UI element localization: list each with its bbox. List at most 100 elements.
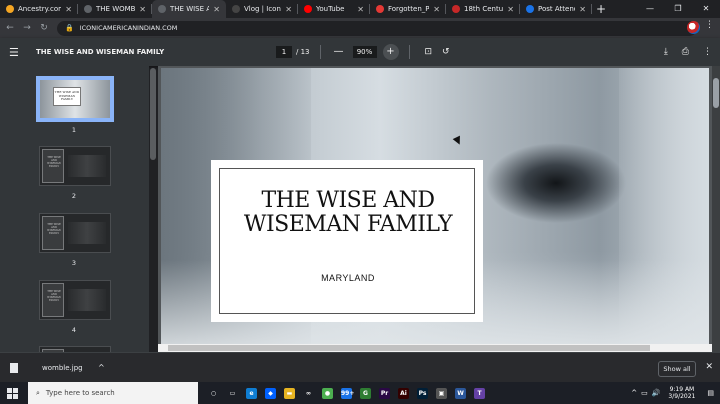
tab-4[interactable]: Vlog | Iconic A ✕ <box>226 0 298 18</box>
page-title: THE WISE AND WISEMAN FAMILY <box>243 188 453 237</box>
tab-close-icon[interactable]: ✕ <box>139 5 146 14</box>
zoom-in-button[interactable]: + <box>382 44 399 60</box>
scroll-thumb[interactable] <box>713 78 719 108</box>
menu-icon[interactable]: ⋮ <box>705 20 714 30</box>
windows-taskbar: ⌕ Type here to search ○ ▭ e ◆ ▬ ∞ ● 99+ G Pr Ai Ps ▣… <box>0 382 720 404</box>
photoshop-icon[interactable]: Ps <box>413 382 432 404</box>
reload-button[interactable]: ↻ <box>37 23 51 33</box>
tab-close-icon[interactable]: ✕ <box>507 5 514 14</box>
start-button[interactable] <box>4 382 20 404</box>
dropbox-icon[interactable]: ◆ <box>261 382 280 404</box>
file-icon <box>10 362 18 373</box>
tab-close-icon[interactable]: ✕ <box>433 5 440 14</box>
print-icon[interactable]: ⎙ <box>682 47 689 57</box>
close-window-button[interactable]: ✕ <box>692 0 720 18</box>
maximize-button[interactable]: ❐ <box>664 0 692 18</box>
app-green-glyph: G <box>360 387 371 399</box>
zoom-out-button[interactable]: — <box>331 44 347 60</box>
page-number-input[interactable]: 1 <box>276 46 292 58</box>
new-tab-button[interactable]: + <box>592 0 610 18</box>
thumbnail-frame: THE WISE AND WISEMAN FAMILY <box>42 283 64 317</box>
cortana-icon[interactable]: ○ <box>204 382 223 404</box>
premiere-glyph: Pr <box>379 387 390 399</box>
close-shelf-icon[interactable]: ✕ <box>705 362 713 372</box>
tab-2[interactable]: THE WOMBLE✕ <box>78 0 152 18</box>
hamburger-menu-icon[interactable]: ☰ <box>9 46 29 59</box>
tab-label: YouTube <box>316 5 345 13</box>
forward-button[interactable]: → <box>20 23 34 33</box>
thumbnail-page-1[interactable]: THE WISE AND WISEMAN FAMILY <box>36 76 114 122</box>
thumbnail-title: THE WISE AND WISEMAN FAMILY <box>47 156 61 168</box>
tab-5[interactable]: YouTube ✕ <box>298 0 370 18</box>
mail-icon[interactable]: 99+ <box>337 382 356 404</box>
title-card-frame: THE WISE AND WISEMAN FAMILY MARYLAND <box>219 168 475 314</box>
twitch-icon[interactable]: T <box>470 382 489 404</box>
tab-close-icon[interactable]: ✕ <box>213 5 220 14</box>
tab-3[interactable]: THE WISE AND W✕ <box>152 0 226 18</box>
thumbnail-title: THE WISE AND WISEMAN FAMILY <box>47 290 61 302</box>
task-view-glyph: ▭ <box>229 389 236 397</box>
file-explorer-glyph: ▬ <box>284 387 295 399</box>
illustrator-icon[interactable]: Ai <box>394 382 413 404</box>
download-icon[interactable]: ⤓ <box>664 47 668 57</box>
more-options-icon[interactable]: ⋮ <box>703 47 712 57</box>
thumbnail-page-3[interactable]: THE WISE AND WISEMAN FAMILY <box>39 213 111 253</box>
profile-avatar[interactable] <box>687 21 700 34</box>
tab-close-icon[interactable]: ✕ <box>357 5 364 14</box>
tab-8[interactable]: Post Attendee ✕ <box>520 0 592 18</box>
tab-6[interactable]: Forgotten_Pan✕ <box>370 0 446 18</box>
scroll-thumb[interactable] <box>168 345 650 351</box>
tab-favicon-icon <box>304 5 312 13</box>
word-icon[interactable]: W <box>451 382 470 404</box>
notification-icon[interactable]: ▤ <box>707 389 714 397</box>
tab-7[interactable]: 18th Century C✕ <box>446 0 520 18</box>
fit-page-icon[interactable]: ⊡ <box>425 47 433 57</box>
app-infinity-icon[interactable]: ∞ <box>299 382 318 404</box>
thumbnail-image <box>68 222 106 244</box>
tab-close-icon[interactable]: ✕ <box>285 5 292 14</box>
back-button[interactable]: ← <box>3 23 17 33</box>
viewer-vertical-scrollbar[interactable] <box>712 66 720 352</box>
tab-label: Post Attendee <box>538 5 575 13</box>
chevron-up-icon[interactable]: ^ <box>98 363 105 372</box>
pdf-right-tools: ⤓ ⎙ ⋮ <box>650 38 712 66</box>
sidebar-scrollbar[interactable] <box>150 68 156 160</box>
tab-favicon-icon <box>6 5 14 13</box>
thumbnail-title: THE WISE AND WISEMAN FAMILY <box>53 87 81 106</box>
tab-1[interactable]: Ancestry.com ✕ <box>0 0 78 18</box>
thumbnail-frame: THE WISE AND WISEMAN FAMILY <box>42 149 64 183</box>
clock-date: 3/9/2021 <box>668 393 696 400</box>
viewer-horizontal-scrollbar[interactable] <box>158 344 712 352</box>
url-field[interactable]: 🔒 ICONICAMERICANINDIAN.COM <box>57 20 697 36</box>
chrome-icon[interactable]: ● <box>318 382 337 404</box>
edge-icon[interactable]: e <box>242 382 261 404</box>
page-total: / 13 <box>296 48 310 56</box>
download-filename[interactable]: womble.jpg <box>42 364 98 372</box>
tab-favicon-icon <box>232 5 240 13</box>
tray-chevron-icon[interactable]: ^ <box>631 389 637 397</box>
zoom-level-input[interactable]: 90% <box>352 46 377 58</box>
tab-close-icon[interactable]: ✕ <box>65 5 72 14</box>
minimize-button[interactable]: — <box>636 0 664 18</box>
thumbnail-frame: THE WISE AND WISEMAN FAMILY <box>42 216 64 250</box>
clock[interactable]: 9:19 AM 3/9/2021 <box>668 386 695 400</box>
file-explorer-icon[interactable]: ▬ <box>280 382 299 404</box>
thumbnail-page-2[interactable]: THE WISE AND WISEMAN FAMILY <box>39 146 111 186</box>
task-view-icon[interactable]: ▭ <box>223 382 242 404</box>
tab-label: Vlog | Iconic A <box>244 5 281 13</box>
photoshop-glyph: Ps <box>417 387 428 399</box>
app-green-icon[interactable]: G <box>356 382 375 404</box>
show-all-button[interactable]: Show all <box>658 361 696 377</box>
volume-icon[interactable]: 🔊 <box>652 389 661 397</box>
taskbar-apps: ○ ▭ e ◆ ▬ ∞ ● 99+ G Pr Ai Ps ▣ W T <box>204 382 489 404</box>
premiere-icon[interactable]: Pr <box>375 382 394 404</box>
toolbar-divider <box>408 45 410 59</box>
cortana-glyph: ○ <box>210 389 217 397</box>
thumbnail-page-4[interactable]: THE WISE AND WISEMAN FAMILY <box>39 280 111 320</box>
network-icon[interactable]: ▭ <box>641 389 648 397</box>
taskbar-search[interactable]: ⌕ Type here to search <box>28 382 198 404</box>
rotate-icon[interactable]: ↺ <box>442 47 450 57</box>
app-gray-icon[interactable]: ▣ <box>432 382 451 404</box>
thumbnail-number: 3 <box>71 259 77 267</box>
tab-close-icon[interactable]: ✕ <box>579 5 586 14</box>
